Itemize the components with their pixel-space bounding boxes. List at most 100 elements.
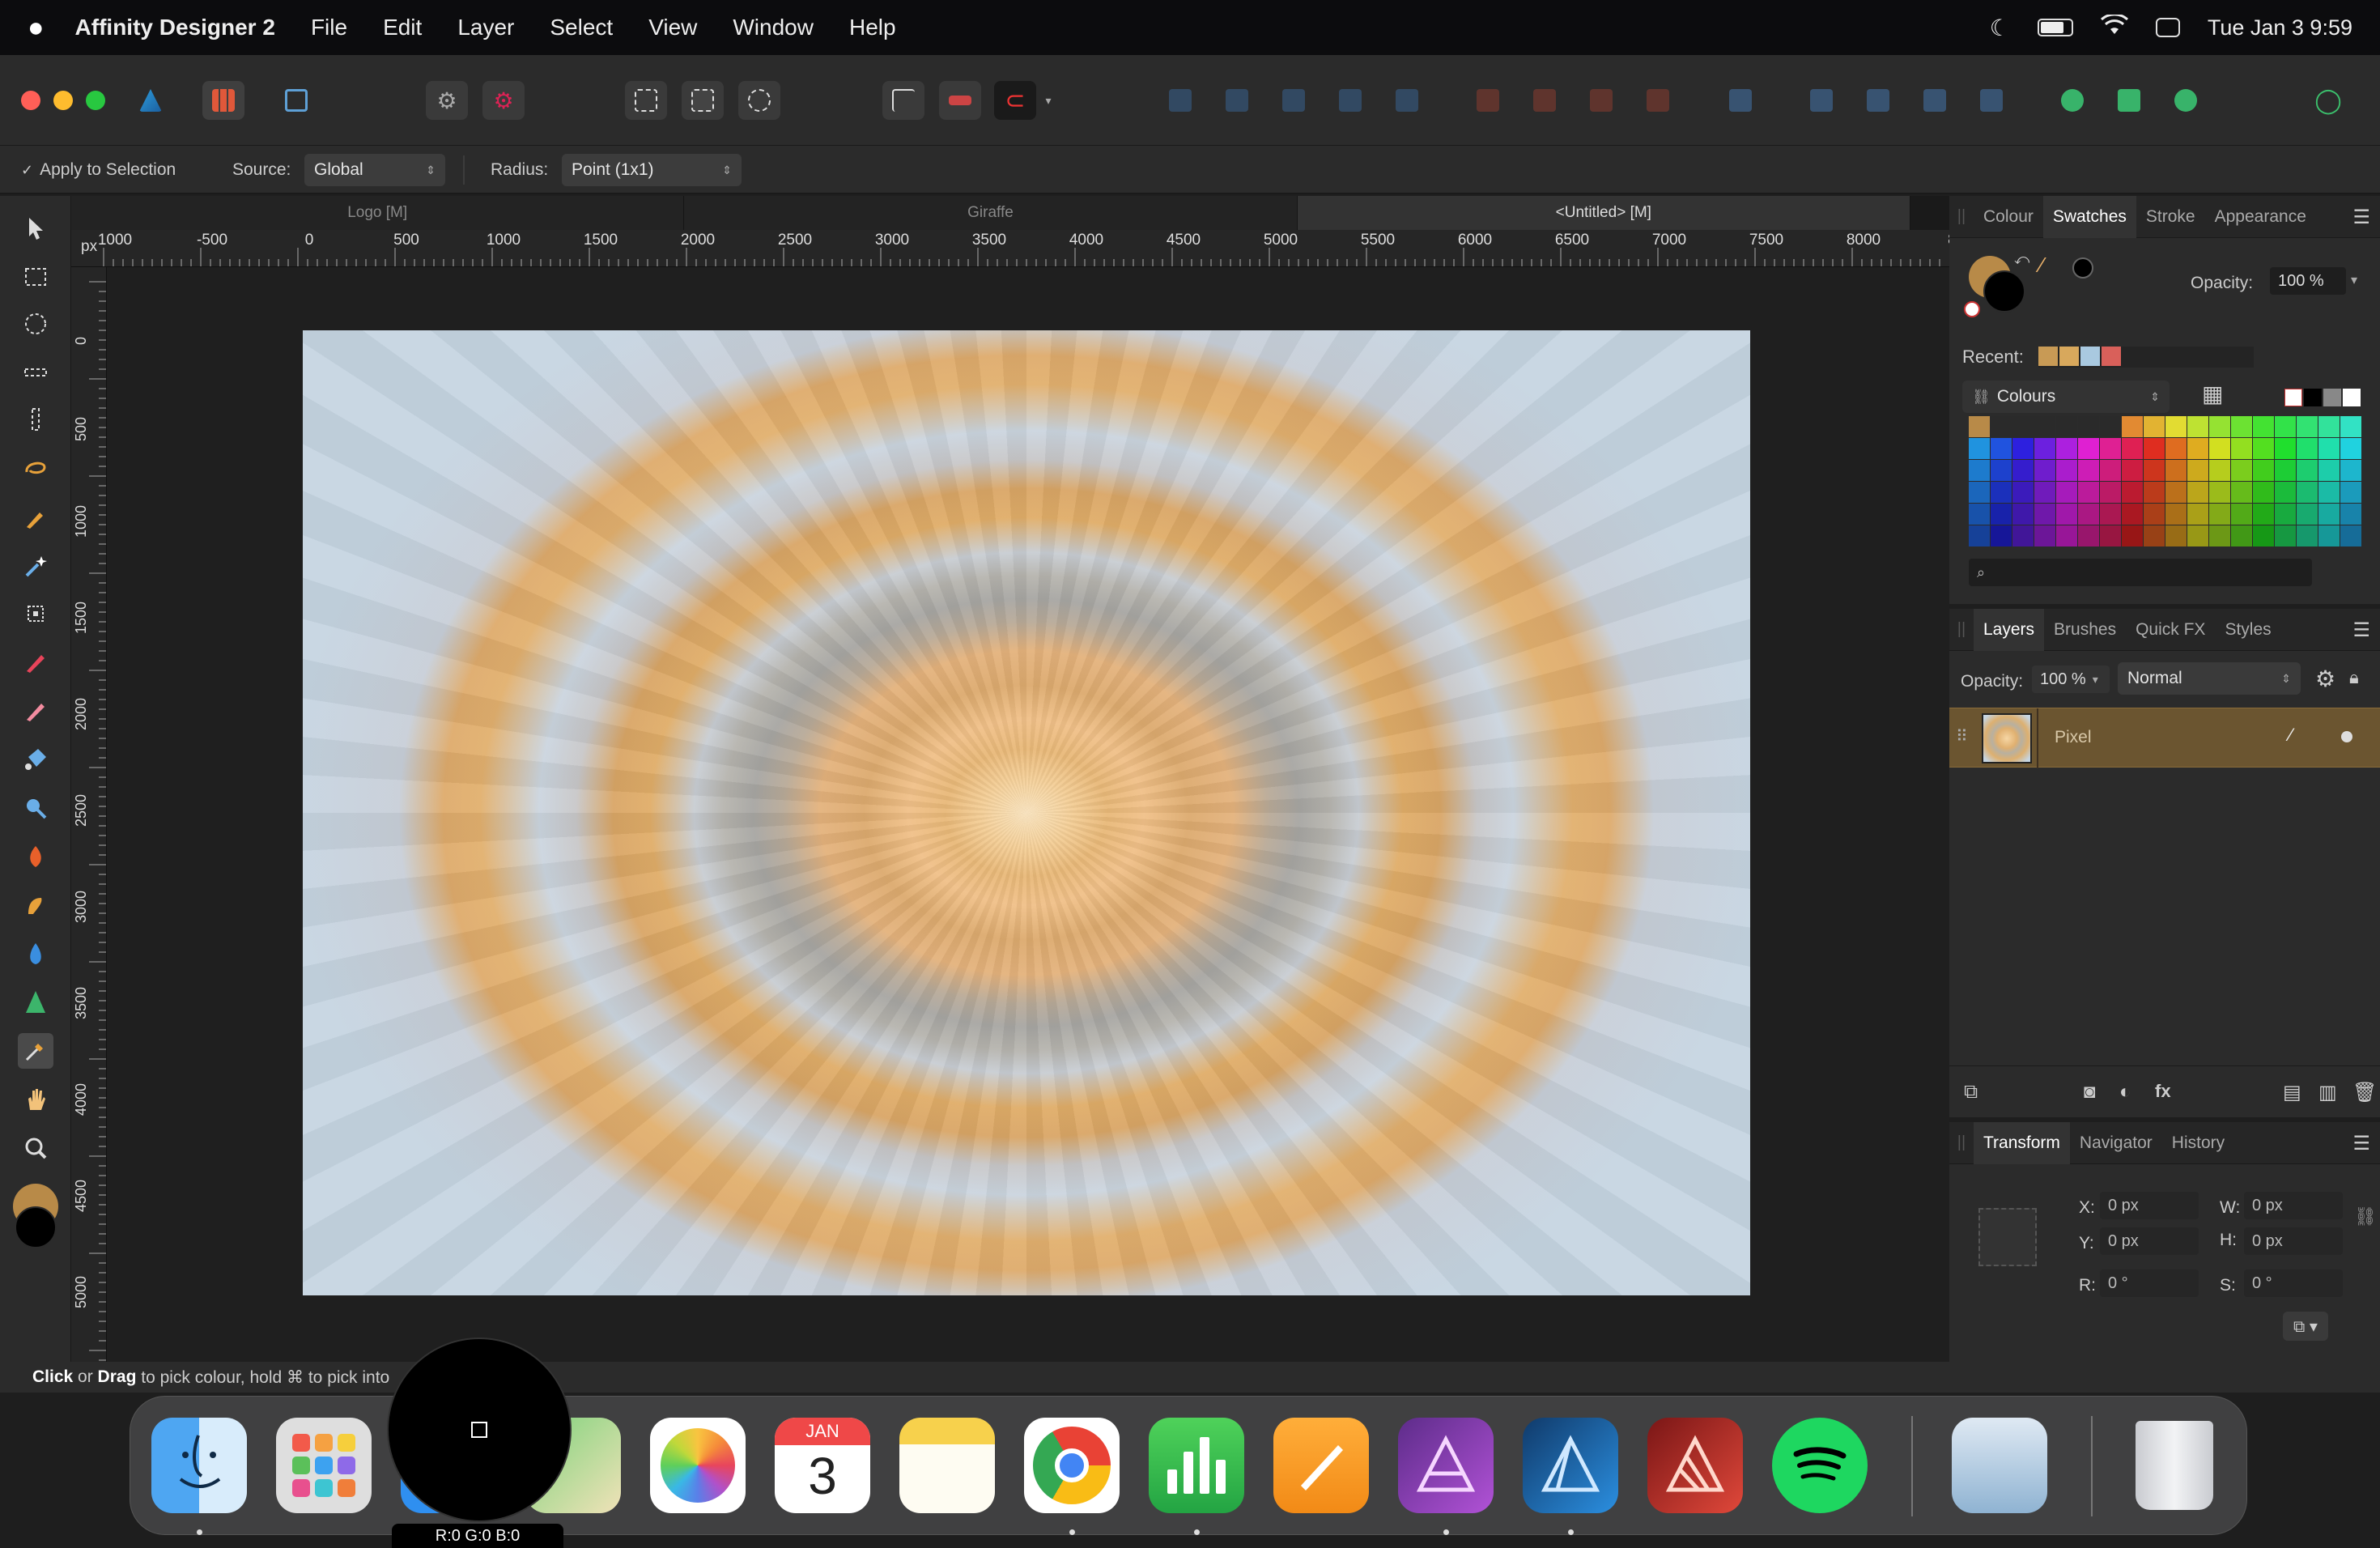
palette-swatch[interactable] (2165, 504, 2187, 525)
palette-swatch[interactable] (2056, 482, 2077, 503)
tab-brushes[interactable]: Brushes (2044, 609, 2126, 651)
palette-swatch[interactable] (2078, 504, 2099, 525)
chrome-icon[interactable] (1024, 1418, 1120, 1513)
select-all-icon[interactable] (625, 81, 667, 120)
wifi-icon[interactable] (2100, 12, 2128, 41)
add-swatch-icon[interactable]: ▦ (2202, 381, 2223, 407)
ellipse-marquee-tool-icon[interactable] (18, 306, 53, 342)
battery-icon[interactable] (2037, 19, 2073, 36)
panel-menu-icon[interactable]: ☰ (2352, 619, 2370, 642)
palette-swatch[interactable] (2340, 460, 2361, 481)
palette-swatch[interactable] (2144, 525, 2165, 546)
palette-swatch[interactable] (1969, 525, 1990, 546)
hand-tool-icon[interactable] (18, 1082, 53, 1117)
palette-swatch[interactable] (2209, 504, 2230, 525)
link-aspect-icon[interactable]: ⛓ (2354, 1206, 2377, 1227)
menu-select[interactable]: Select (550, 15, 613, 40)
palette-swatch[interactable] (2187, 460, 2208, 481)
palette-swatch[interactable] (2034, 438, 2055, 459)
arrange-icon[interactable]: ⧉ (1964, 1081, 1978, 1104)
palette-swatch[interactable] (1991, 525, 2012, 546)
palette-swatch[interactable] (2340, 416, 2361, 437)
palette-swatch[interactable] (2318, 438, 2340, 459)
palette-swatch[interactable] (1969, 504, 1990, 525)
affinity-photo-icon[interactable] (1398, 1418, 1494, 1513)
snapping-settings-icon[interactable]: ⚙ (426, 81, 468, 120)
palette-swatch[interactable] (2275, 482, 2296, 503)
palette-swatch[interactable] (1969, 438, 1990, 459)
tab-styles[interactable]: Styles (2215, 609, 2280, 651)
dodge-tool-icon[interactable] (18, 790, 53, 826)
flood-select-tool-icon[interactable] (18, 549, 53, 585)
align-icon[interactable] (1719, 81, 1762, 120)
pixel-persona-icon[interactable] (202, 81, 244, 120)
recent-colour-swatch[interactable] (2059, 347, 2079, 366)
palette-swatch[interactable] (2187, 482, 2208, 503)
source-dropdown[interactable]: Global ⇕ (304, 154, 445, 186)
snapping-off-icon[interactable] (939, 81, 981, 120)
eyedropper-icon[interactable]: ⁄ (2040, 253, 2043, 278)
palette-swatch[interactable] (2297, 482, 2318, 503)
snapping-grid-icon[interactable] (882, 81, 924, 120)
photos-icon[interactable] (650, 1418, 746, 1513)
palette-swatch[interactable] (2144, 504, 2165, 525)
palette-swatch[interactable] (2078, 460, 2099, 481)
layer-settings-icon[interactable]: ⚙ (2315, 666, 2335, 692)
palette-swatch[interactable] (2318, 525, 2340, 546)
panel-grip-icon[interactable]: || (1949, 207, 1974, 226)
palette-swatch[interactable] (2012, 482, 2034, 503)
palette-swatch[interactable] (2165, 525, 2187, 546)
palette-swatch[interactable] (1991, 504, 2012, 525)
palette-swatch[interactable] (2318, 504, 2340, 525)
palette-swatch[interactable] (2187, 438, 2208, 459)
w-field[interactable]: 0 px (2244, 1192, 2343, 1219)
palette-swatch[interactable] (2340, 525, 2361, 546)
drag-handle-icon[interactable]: ⠿ (1956, 726, 1968, 746)
palette-swatch[interactable] (2144, 482, 2165, 503)
palette-swatch[interactable] (2340, 504, 2361, 525)
palette-swatch[interactable] (2209, 482, 2230, 503)
group-layer-icon[interactable]: ▥ (2318, 1081, 2337, 1104)
zoom-tool-icon[interactable] (18, 1130, 53, 1166)
bring-to-front-icon[interactable] (1159, 81, 1201, 120)
boolean-intersect-icon[interactable] (1580, 81, 1622, 120)
palette-swatch[interactable] (2231, 504, 2252, 525)
palette-swatch[interactable] (2165, 482, 2187, 503)
palette-swatch[interactable] (2122, 460, 2143, 481)
palette-swatch[interactable] (2209, 525, 2230, 546)
palette-swatch[interactable] (2318, 482, 2340, 503)
layer-visibility-icon[interactable] (2341, 731, 2352, 742)
palette-swatch[interactable] (2144, 438, 2165, 459)
quick-swatch-black[interactable] (2304, 389, 2322, 406)
palette-swatch[interactable] (2012, 504, 2034, 525)
rectangle-marquee-tool-icon[interactable] (18, 259, 53, 295)
layer-opacity-field[interactable]: 100 % ▾ (2032, 666, 2110, 693)
sharpen-tool-icon[interactable] (18, 985, 53, 1020)
smudge-tool-icon[interactable] (18, 887, 53, 923)
opacity-dropdown-icon[interactable]: ▾ (2351, 272, 2357, 288)
invert-selection-icon[interactable] (738, 81, 780, 120)
flip-horizontal-icon[interactable] (1800, 81, 1842, 120)
palette-swatch[interactable] (2078, 525, 2099, 546)
palette-swatch[interactable] (2122, 438, 2143, 459)
clock-datetime[interactable]: Tue Jan 3 9:59 (2208, 15, 2352, 40)
palette-swatch[interactable] (2034, 482, 2055, 503)
palette-swatch[interactable] (2297, 460, 2318, 481)
move-tool-icon[interactable] (18, 211, 53, 246)
transform-origin-button[interactable]: ⧉ ▾ (2283, 1312, 2328, 1341)
palette-swatch[interactable] (2187, 504, 2208, 525)
palette-swatch[interactable] (2165, 460, 2187, 481)
moon-icon[interactable]: ☾ (1990, 15, 2010, 41)
user-account-icon[interactable]: ◯ (2307, 81, 2349, 120)
tab-transform[interactable]: Transform (1974, 1121, 2070, 1164)
tab-stroke[interactable]: Stroke (2136, 196, 2205, 238)
palette-swatch[interactable] (2297, 416, 2318, 437)
palette-swatch[interactable] (2275, 525, 2296, 546)
add-pixel-layer-icon[interactable]: ▤ (2283, 1081, 2301, 1104)
palette-swatch[interactable] (2122, 525, 2143, 546)
recent-colour-swatch[interactable] (2102, 347, 2121, 366)
palette-swatch[interactable] (2034, 416, 2055, 437)
palette-swatch[interactable] (2275, 504, 2296, 525)
flood-fill-tool-icon[interactable] (18, 742, 53, 777)
opacity-field[interactable]: 100 % (2270, 267, 2346, 295)
